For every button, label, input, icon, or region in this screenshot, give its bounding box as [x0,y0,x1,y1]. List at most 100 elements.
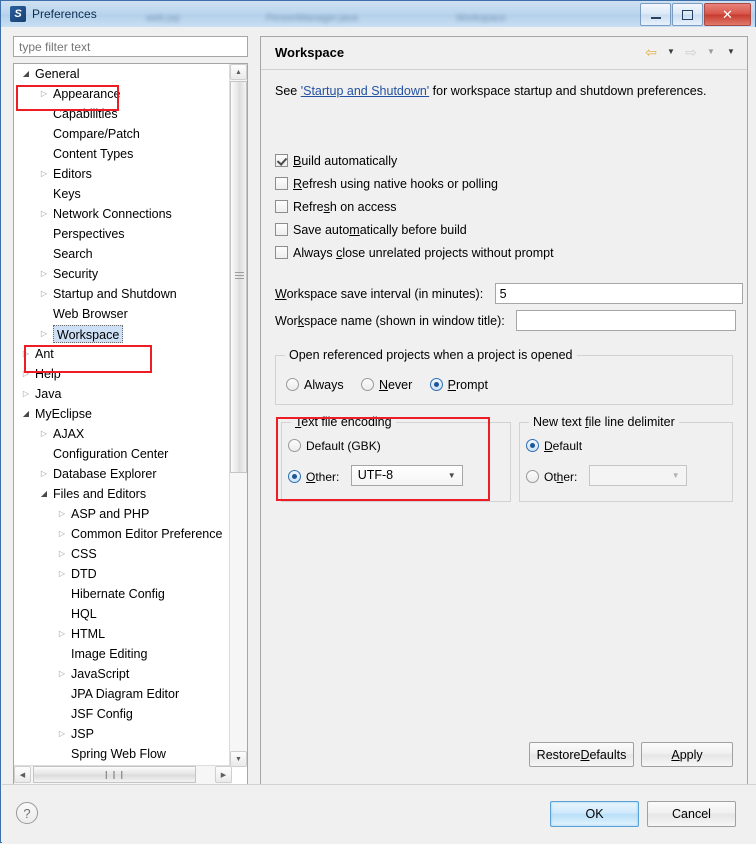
encoding-other-row[interactable]: Other: UTF-8 ▼ [288,465,463,486]
scroll-right-button[interactable]: ▶ [215,766,232,783]
checkbox-row-build-automatically[interactable]: Build automatically [275,152,397,170]
tree-horizontal-scrollbar[interactable]: ◀ ❙❙❙ ▶ [14,765,232,784]
tree-item-help[interactable]: ▷ Help [14,364,232,384]
tree-expand-arrow-open-icon[interactable]: ◢ [20,404,32,424]
tree-expand-arrow-open-icon[interactable]: ◢ [38,484,50,504]
tree-item-java[interactable]: ▷ Java [14,384,232,404]
tree-item-dtd[interactable]: ▷ DTD [14,564,232,584]
checkbox-row-always-close-unrelated-projects-without-prompt[interactable]: Always close unrelated projects without … [275,244,554,262]
tree-expand-arrow-closed-icon[interactable]: ▷ [38,464,50,484]
tree-item-ant[interactable]: ▷ Ant [14,344,232,364]
tree-item-myeclipse[interactable]: ◢ MyEclipse [14,404,232,424]
checkbox-icon[interactable] [275,246,288,259]
page-menu-chevron-down-icon[interactable]: ▼ [723,44,739,60]
ok-button[interactable]: OK [550,801,639,827]
tree-item-ajax[interactable]: ▷ AJAX [14,424,232,444]
tree-expand-arrow-closed-icon[interactable]: ▷ [38,264,50,284]
tree-expand-arrow-closed-icon[interactable]: ▷ [56,564,68,584]
cancel-button[interactable]: Cancel [647,801,736,827]
tree-item-network-connections[interactable]: ▷ Network Connections [14,204,232,224]
tree-item-css[interactable]: ▷ CSS [14,544,232,564]
tree-item-content-types[interactable]: Content Types [14,144,232,164]
checkbox-icon[interactable] [275,200,288,213]
tree-item-image-editing[interactable]: Image Editing [14,644,232,664]
radio-never[interactable]: Never [360,376,412,394]
minimize-button[interactable] [640,3,671,26]
tree-expand-arrow-closed-icon[interactable]: ▷ [56,504,68,524]
workspace-name-input[interactable] [516,310,737,331]
tree-item-hql[interactable]: HQL [14,604,232,624]
encoding-combo[interactable]: UTF-8 ▼ [350,465,463,486]
tree-item-configuration-center[interactable]: Configuration Center [14,444,232,464]
tree-expand-arrow-closed-icon[interactable]: ▷ [56,724,68,744]
tree-expand-arrow-closed-icon[interactable]: ▷ [38,204,50,224]
tree-expand-arrow-closed-icon[interactable]: ▷ [56,524,68,544]
checkbox-icon[interactable] [275,223,288,236]
tree-item-perspectives[interactable]: Perspectives [14,224,232,244]
close-button[interactable]: ✕ [704,3,751,26]
radio-always[interactable]: Always [286,376,344,394]
preference-tree[interactable]: ◢ General ▷ Appearance Capabilities Compare/P… [13,63,248,785]
radio-prompt[interactable]: Prompt [429,376,488,394]
tree-item-workspace[interactable]: ▷ Workspace [14,324,232,344]
tree-item-javascript[interactable]: ▷ JavaScript [14,664,232,684]
tree-expand-arrow-closed-icon[interactable]: ▷ [38,84,50,104]
vertical-scroll-thumb[interactable] [230,81,247,473]
encoding-default-row[interactable]: Default (GBK) [288,439,381,453]
tree-item-appearance[interactable]: ▷ Appearance [14,84,232,104]
tree-expand-arrow-closed-icon[interactable]: ▷ [56,664,68,684]
forward-menu-chevron-down-icon[interactable]: ▼ [703,44,719,60]
tree-item-capabilities[interactable]: Capabilities [14,104,232,124]
tree-item-keys[interactable]: Keys [14,184,232,204]
tree-item-files-and-editors[interactable]: ◢ Files and Editors [14,484,232,504]
delimiter-default-row[interactable]: Default [526,439,582,453]
restore-defaults-button[interactable]: Restore Defaults [529,742,634,767]
tree-item-jpa-diagram-editor[interactable]: JPA Diagram Editor [14,684,232,704]
tree-expand-arrow-closed-icon[interactable]: ▷ [56,624,68,644]
back-arrow-icon[interactable]: ⇦ [643,44,659,60]
delimiter-combo[interactable]: ▼ [588,465,687,486]
tree-vertical-scrollbar[interactable]: ▲ ▼ [229,64,247,767]
tree-item-jsp[interactable]: ▷ JSP [14,724,232,744]
tree-expand-arrow-closed-icon[interactable]: ▷ [20,384,32,404]
tree-item-jsf-config[interactable]: JSF Config [14,704,232,724]
tree-item-general[interactable]: ◢ General [14,64,232,84]
back-menu-chevron-down-icon[interactable]: ▼ [663,44,679,60]
tree-item-editors[interactable]: ▷ Editors [14,164,232,184]
tree-item-database-explorer[interactable]: ▷ Database Explorer [14,464,232,484]
tree-item-compare-patch[interactable]: Compare/Patch [14,124,232,144]
filter-input[interactable] [13,36,248,57]
scroll-up-button[interactable]: ▲ [230,64,247,80]
checkbox-icon[interactable] [275,177,288,190]
tree-expand-arrow-closed-icon[interactable]: ▷ [38,324,50,344]
save-interval-input[interactable] [494,283,743,304]
tree-expand-arrow-closed-icon[interactable]: ▷ [38,164,50,184]
checkbox-icon[interactable] [275,154,288,167]
checkbox-row-refresh-using-native-hooks-or-polling[interactable]: Refresh using native hooks or polling [275,175,498,193]
apply-button[interactable]: Apply [641,742,733,767]
forward-arrow-icon[interactable]: ⇨ [683,44,699,60]
tree-item-search[interactable]: Search [14,244,232,264]
tree-item-hibernate-config[interactable]: Hibernate Config [14,584,232,604]
startup-shutdown-link[interactable]: 'Startup and Shutdown' [301,84,429,98]
tree-item-web-browser[interactable]: Web Browser [14,304,232,324]
tree-expand-arrow-closed-icon[interactable]: ▷ [38,424,50,444]
tree-item-common-editor-preference[interactable]: ▷ Common Editor Preference [14,524,232,544]
horizontal-scroll-thumb[interactable]: ❙❙❙ [33,766,196,783]
delimiter-other-row[interactable]: Other: ▼ [526,465,687,486]
tree-expand-arrow-open-icon[interactable]: ◢ [20,64,32,84]
tree-item-startup-and-shutdown[interactable]: ▷ Startup and Shutdown [14,284,232,304]
tree-expand-arrow-closed-icon[interactable]: ▷ [20,344,32,364]
scroll-down-button[interactable]: ▼ [230,751,247,767]
tree-item-html[interactable]: ▷ HTML [14,624,232,644]
checkbox-row-save-automatically-before-build[interactable]: Save automatically before build [275,221,467,239]
checkbox-row-refresh-on-access[interactable]: Refresh on access [275,198,397,216]
tree-item-security[interactable]: ▷ Security [14,264,232,284]
scroll-left-button[interactable]: ◀ [14,766,31,783]
help-icon[interactable]: ? [16,802,38,824]
tree-item-spring-web-flow[interactable]: Spring Web Flow [14,744,232,764]
maximize-button[interactable] [672,3,703,26]
tree-expand-arrow-closed-icon[interactable]: ▷ [38,284,50,304]
tree-expand-arrow-closed-icon[interactable]: ▷ [56,544,68,564]
tree-expand-arrow-closed-icon[interactable]: ▷ [20,364,32,384]
